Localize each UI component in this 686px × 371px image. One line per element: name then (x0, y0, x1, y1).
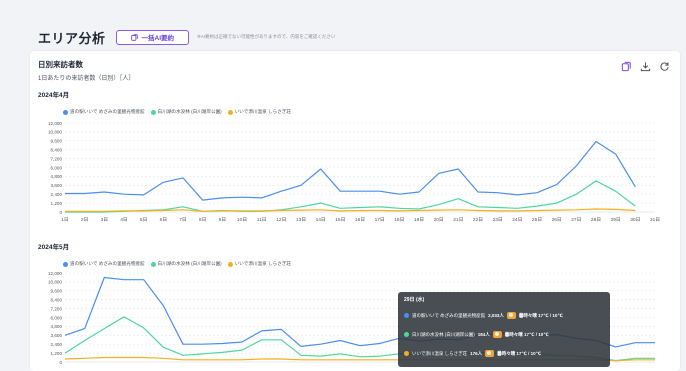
tooltip-row: いいで添川温泉 しらさぎ荘 176人 曇時々晴 17℃ / 10℃ (404, 350, 541, 357)
weather-icon (485, 350, 495, 357)
x-tick-label: 5日 (140, 217, 147, 223)
x-tick-label: 19日 (414, 217, 424, 223)
x-tick-label: 17日 (375, 217, 385, 223)
x-tick-label: 7日 (179, 217, 186, 223)
y-tick-label: 6,000 (51, 315, 63, 320)
y-tick-label: 0 (59, 360, 62, 365)
x-tick-label: 27日 (571, 217, 581, 223)
y-tick-label: 9,600 (51, 139, 63, 144)
y-tick-label: 12,000 (48, 271, 62, 276)
y-tick-label: 7,200 (51, 156, 63, 161)
x-tick-label: 23日 (493, 217, 503, 223)
card-title: 日別来訪者数 (38, 60, 83, 69)
y-tick-label: 4,800 (51, 174, 63, 179)
y-tick-label: 8,400 (51, 298, 63, 303)
legend-may: 道の駅いいで めざみの里観光物産館 白川湖の水没林 (白川湖岸公園) いいで添川… (63, 261, 291, 267)
x-tick-label: 25日 (532, 217, 542, 223)
y-tick-label: 0 (59, 210, 62, 215)
y-tick-label: 12,000 (48, 121, 62, 126)
legend-item[interactable]: 道の駅いいで めざみの里観光物産館 (63, 261, 145, 267)
legend-item[interactable]: 白川湖の水没林 (白川湖岸公園) (150, 109, 222, 115)
ai-summary-icon (130, 33, 138, 41)
y-tick-label: 2,400 (51, 342, 63, 347)
tooltip-row: 白川湖の水没林 (白川湖岸公園) 184人 曇時々晴 17℃ / 10℃ (404, 331, 549, 338)
ai-summary-icon[interactable] (621, 59, 632, 72)
x-tick-label: 29日 (611, 217, 621, 223)
page-title: エリア分析 (38, 30, 106, 46)
download-icon[interactable] (640, 59, 651, 72)
x-tick-label: 8日 (199, 217, 206, 223)
page-header: エリア分析 一括AI要約 ※AI要約は正確でない可能性がありますので、内容をご確… (38, 27, 335, 47)
weather-icon (506, 312, 516, 319)
series-line (65, 140, 636, 201)
x-tick-label: 31日 (650, 217, 660, 223)
x-tick-label: 10日 (237, 217, 247, 223)
y-tick-label: 4,800 (51, 324, 63, 329)
y-tick-label: 3,600 (51, 333, 63, 338)
y-tick-label: 7,200 (51, 306, 63, 311)
x-tick-label: 24日 (512, 217, 522, 223)
card-toolbar (621, 59, 670, 72)
legend-item[interactable]: いいで添川温泉 しらさぎ荘 (227, 109, 291, 115)
y-tick-label: 6,000 (51, 165, 63, 170)
legend-item[interactable]: いいで添川温泉 しらさぎ荘 (227, 261, 291, 267)
tooltip-row: 道の駅いいで めざみの里観光物産館 2,033人 曇時々晴 17℃ / 10℃ (404, 312, 563, 319)
x-tick-label: 4日 (120, 217, 127, 223)
y-tick-label: 10,800 (48, 280, 62, 285)
x-tick-label: 20日 (434, 217, 444, 223)
x-tick-label: 11日 (257, 217, 267, 223)
x-tick-label: 22日 (473, 217, 483, 223)
x-tick-label: 13日 (296, 217, 306, 223)
x-tick-label: 28日 (591, 217, 601, 223)
chart-title-may: 2024年5月 (38, 244, 70, 251)
x-tick-label: 3日 (101, 217, 108, 223)
y-tick-label: 9,600 (51, 289, 63, 294)
y-tick-label: 10,800 (48, 130, 62, 135)
chart-title-april: 2024年4月 (38, 92, 70, 99)
tooltip-date: 29日 (水) (404, 297, 425, 303)
x-tick-label: 15日 (335, 217, 345, 223)
ai-disclaimer: ※AI要約は正確でない可能性がありますので、内容をご確認ください (197, 34, 336, 39)
x-tick-label: 2日 (81, 217, 88, 223)
x-tick-label: 18日 (394, 217, 404, 223)
y-tick-label: 3,600 (51, 183, 63, 188)
legend-april: 道の駅いいで めざみの里観光物産館 白川湖の水没林 (白川湖岸公園) いいで添川… (63, 109, 291, 115)
series-dot (404, 351, 409, 356)
card-subtitle: 1日あたりの来訪者数（日別）［人］ (38, 76, 135, 82)
y-tick-label: 1,200 (51, 201, 63, 206)
ai-summary-button-label: 一括AI要約 (141, 35, 175, 42)
x-tick-label: 30日 (630, 217, 640, 223)
weather-icon (492, 331, 502, 338)
series-dot (404, 332, 409, 337)
x-tick-label: 12日 (276, 217, 286, 223)
y-tick-label: 8,400 (51, 148, 63, 153)
y-tick-label: 1,200 (51, 351, 63, 356)
refresh-icon[interactable] (659, 59, 670, 71)
legend-item[interactable]: 道の駅いいで めざみの里観光物産館 (63, 109, 145, 115)
x-tick-label: 6日 (160, 217, 167, 223)
x-tick-label: 14日 (316, 217, 326, 223)
ai-summary-button[interactable]: 一括AI要約 (115, 29, 190, 45)
legend-item[interactable]: 白川湖の水没林 (白川湖岸公園) (150, 261, 222, 267)
chart-tooltip: 29日 (水) 道の駅いいで めざみの里観光物産館 2,033人 曇時々晴 17… (398, 292, 610, 367)
x-tick-label: 16日 (355, 217, 365, 223)
x-tick-label: 26日 (552, 217, 562, 223)
y-tick-label: 2,400 (51, 192, 63, 197)
x-tick-label: 21日 (453, 217, 463, 223)
line-chart-april: 12,000 10,800 9,600 8,400 7,200 6,000 4,800 3,6… (48, 121, 660, 223)
series-dot (404, 313, 409, 318)
x-tick-label: 1日 (61, 217, 68, 223)
x-tick-label: 9日 (219, 217, 226, 223)
